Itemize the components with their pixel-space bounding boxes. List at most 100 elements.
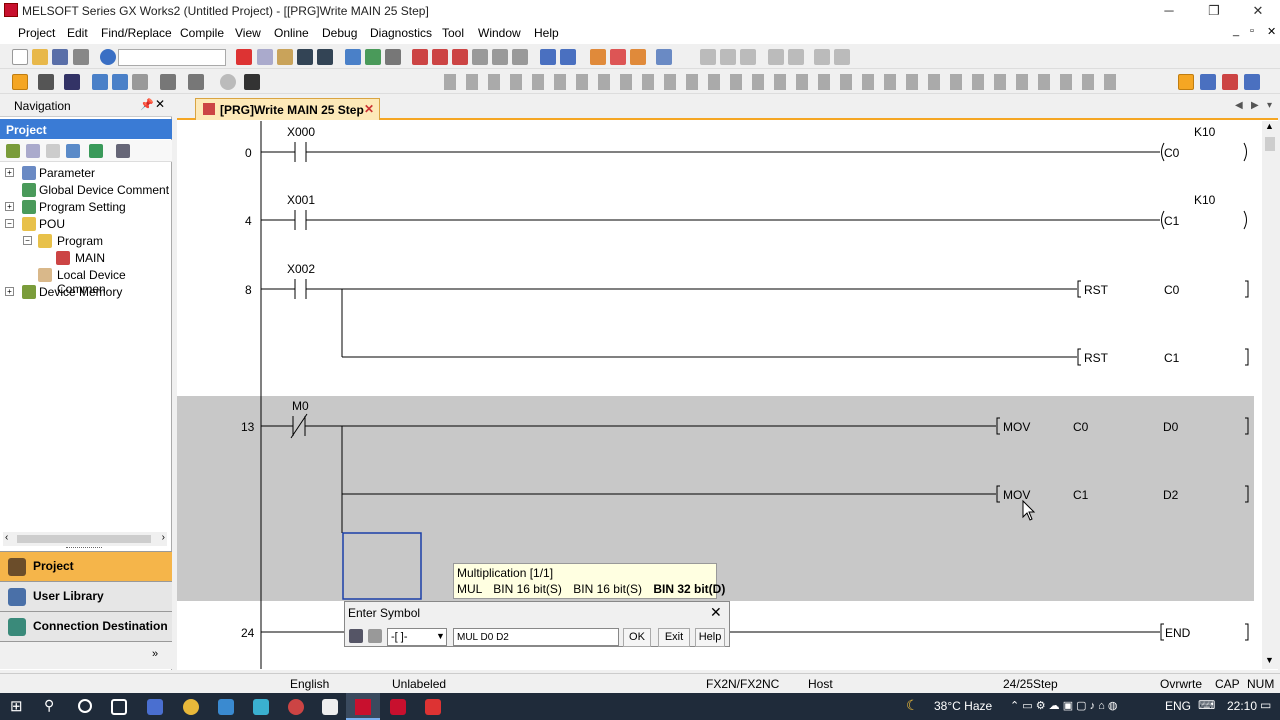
ladder-tool-4-icon[interactable] — [768, 49, 784, 65]
help-icon[interactable] — [100, 49, 116, 65]
weather-icon[interactable]: ☾ — [906, 697, 919, 714]
copy-data-icon[interactable] — [26, 144, 40, 158]
input-language[interactable]: ENG — [1165, 699, 1191, 713]
redo-icon[interactable] — [317, 49, 333, 65]
tree-main[interactable]: MAIN — [75, 251, 105, 265]
nav-tab-project[interactable]: Project — [0, 551, 172, 581]
new-data-icon[interactable] — [6, 144, 20, 158]
keyboard-icon[interactable]: ⌨ — [1198, 698, 1215, 712]
comment-icon[interactable] — [368, 629, 382, 643]
scroll-up-icon[interactable]: ▲ — [1265, 121, 1274, 131]
scroll-down-icon[interactable]: ▼ — [1265, 655, 1274, 665]
contact-m0[interactable]: M0 — [292, 399, 309, 413]
dest-d0[interactable]: D0 — [1163, 420, 1178, 434]
select-chevron-down-icon[interactable]: ▼ — [436, 631, 445, 641]
contact-x000[interactable]: X000 — [287, 125, 315, 139]
acrobat-icon[interactable] — [390, 699, 406, 715]
help-button[interactable]: Help — [695, 628, 725, 647]
tree-program-setting[interactable]: Program Setting — [39, 200, 126, 214]
write-mode-icon[interactable] — [1244, 74, 1260, 90]
project-view-icon[interactable] — [12, 74, 28, 90]
close-button[interactable]: ✕ — [1236, 0, 1280, 22]
menu-find-replace[interactable]: Find/Replace — [101, 26, 172, 40]
minimize-button[interactable]: ─ — [1147, 0, 1191, 22]
pin-icon[interactable]: 📌 — [140, 98, 154, 111]
menu-project[interactable]: Project — [18, 26, 55, 40]
copy-icon[interactable] — [257, 49, 273, 65]
windows-start-icon[interactable]: ⊞ — [10, 697, 23, 715]
smart-icon[interactable] — [220, 74, 236, 90]
instruction-mov-1[interactable]: MOV — [1003, 420, 1030, 434]
nav-tab-user-library[interactable]: User Library — [0, 581, 172, 611]
menu-view[interactable]: View — [235, 26, 261, 40]
dev2-icon[interactable] — [560, 49, 576, 65]
operand-c0[interactable]: C0 — [1164, 283, 1179, 297]
gxworks-taskbar-item[interactable] — [346, 693, 380, 720]
find-icon[interactable] — [452, 49, 468, 65]
open-icon[interactable] — [32, 49, 48, 65]
binoculars-icon[interactable] — [244, 74, 260, 90]
watch-window-icon[interactable] — [160, 74, 176, 90]
symbol-select[interactable]: -[ ]- ▼ — [387, 628, 447, 646]
monitor-icon[interactable] — [412, 49, 428, 65]
write-to-plc-icon[interactable] — [345, 49, 361, 65]
ladder-tool-6-icon[interactable] — [814, 49, 830, 65]
menu-tool[interactable]: Tool — [442, 26, 464, 40]
simulation-icon[interactable] — [590, 49, 606, 65]
cross-ref-icon[interactable] — [92, 74, 108, 90]
operand-c1[interactable]: C1 — [1164, 351, 1179, 365]
dest-d2[interactable]: D2 — [1163, 488, 1178, 502]
mdi-minimize-icon[interactable]: _ — [1233, 25, 1239, 37]
expand-program-setting[interactable]: + — [5, 202, 14, 211]
sim-run-icon[interactable] — [630, 49, 646, 65]
source-c0[interactable]: C0 — [1073, 420, 1088, 434]
weather-text[interactable]: 38°C Haze — [934, 699, 992, 713]
maximize-button[interactable]: ❐ — [1192, 0, 1236, 22]
scroll-left-icon[interactable]: ‹ — [5, 532, 8, 543]
menu-window[interactable]: Window — [478, 26, 521, 40]
meet-icon[interactable] — [147, 699, 163, 715]
menu-diagnostics[interactable]: Diagnostics — [370, 26, 432, 40]
splitter-grip[interactable] — [66, 547, 102, 550]
sampling-icon[interactable] — [512, 49, 528, 65]
exit-button[interactable]: Exit — [658, 628, 690, 647]
tree-parameter[interactable]: Parameter — [39, 166, 95, 180]
chrome-icon[interactable] — [183, 699, 199, 715]
app-icon-2[interactable] — [253, 699, 269, 715]
ladder-symbol-buttons[interactable] — [444, 74, 1124, 90]
menu-help[interactable]: Help — [534, 26, 559, 40]
verify-icon[interactable] — [385, 49, 401, 65]
ladder-mode-icon[interactable] — [1178, 74, 1194, 90]
cut-icon[interactable] — [236, 49, 252, 65]
mdi-restore-icon[interactable]: ▫ — [1250, 25, 1254, 37]
list-view-icon[interactable] — [38, 74, 54, 90]
menu-debug[interactable]: Debug — [322, 26, 357, 40]
tree-program[interactable]: Program — [57, 234, 103, 248]
undo-icon[interactable] — [297, 49, 313, 65]
instruction-rst-2[interactable]: RST — [1084, 351, 1108, 365]
dialog-close-icon[interactable]: ✕ — [710, 604, 722, 621]
tab-list-icon[interactable]: ▾ — [1267, 100, 1272, 111]
symbol-list-icon[interactable] — [349, 629, 363, 643]
notification-icon[interactable]: ▭ — [1260, 698, 1271, 712]
collapse-program[interactable]: − — [23, 236, 32, 245]
device-list-icon[interactable] — [112, 74, 128, 90]
menu-online[interactable]: Online — [274, 26, 309, 40]
coil-c1[interactable]: C1 — [1164, 214, 1179, 228]
tab-close-icon[interactable]: ✕ — [364, 102, 374, 116]
search-result-icon[interactable] — [132, 74, 148, 90]
tab-prev-icon[interactable]: ◀ — [1235, 100, 1243, 111]
contact-x002[interactable]: X002 — [287, 262, 315, 276]
coil-c0[interactable]: C0 — [1164, 146, 1179, 160]
dev-icon[interactable] — [540, 49, 556, 65]
tab-prg-write-main[interactable]: [PRG]Write MAIN 25 Step ✕ — [195, 98, 380, 120]
refresh-icon[interactable] — [89, 144, 103, 158]
nav-horizontal-scrollbar[interactable]: ‹ › — [3, 532, 167, 546]
instruction-mov-2[interactable]: MOV — [1003, 488, 1030, 502]
instruction-rst-1[interactable]: RST — [1084, 283, 1108, 297]
output-icon[interactable] — [64, 74, 80, 90]
print-icon[interactable] — [73, 49, 89, 65]
clock-time[interactable]: 22:10 — [1227, 699, 1257, 713]
source-c1[interactable]: C1 — [1073, 488, 1088, 502]
mdi-close-icon[interactable]: ✕ — [1267, 25, 1276, 38]
